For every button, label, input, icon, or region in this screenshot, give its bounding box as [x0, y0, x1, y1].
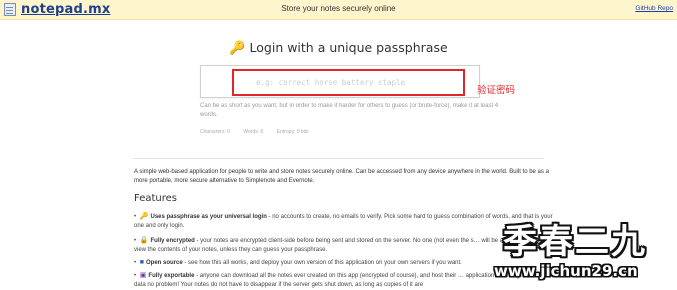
- feature-title: Fully encrypted: [150, 238, 195, 244]
- github-icon: ■: [139, 259, 145, 266]
- save-icon: ▣: [139, 272, 147, 279]
- feature-text: - anyone can download all the notes ever…: [134, 273, 542, 288]
- feature-text: - see how this all works, and deploy you…: [182, 260, 462, 266]
- key-icon: 🔑: [139, 213, 149, 220]
- passphrase-input[interactable]: [232, 69, 465, 96]
- top-bar: notepad.mx Store your notes securely onl…: [0, 0, 677, 20]
- intro-text: A simple web-based application for peopl…: [134, 169, 549, 184]
- passphrase-hint: Can be as short as you want, but in orde…: [200, 103, 499, 118]
- verify-password-annotation: 验证密码: [477, 85, 516, 96]
- key-icon: 🔑: [229, 41, 246, 56]
- words-count: Words: 0: [243, 129, 264, 135]
- feature-title: Open source: [146, 260, 183, 266]
- entropy-count: Entropy: 0 bits: [276, 129, 309, 135]
- feature-item: • ■ Open source - see how this all works,…: [134, 259, 462, 266]
- tagline: Store your notes securely online: [281, 4, 396, 13]
- characters-count: Characters: 0: [200, 129, 231, 135]
- feature-item: • 🔑 Uses passphrase as your universal log…: [134, 213, 553, 229]
- section-divider: [133, 158, 544, 159]
- feature-item: • ▣ Fully exportable - anyone can downloa…: [134, 272, 542, 288]
- watermark-title: 季春二九: [503, 222, 647, 262]
- features-heading: Features: [134, 193, 177, 204]
- feature-text: - your notes are encrypted client-side b…: [134, 238, 547, 253]
- login-title-text: Login with a unique passphrase: [249, 40, 448, 55]
- watermark-url: www.jichun29.cn: [494, 262, 638, 280]
- feature-title: Fully exportable: [148, 273, 195, 279]
- login-heading: 🔑 Login with a unique passphrase: [0, 40, 677, 56]
- lock-icon: 🔒: [139, 237, 149, 244]
- feature-title: Uses passphrase as your universal login: [150, 214, 267, 220]
- feature-item: • 🔒 Fully encrypted - your notes are encr…: [134, 237, 547, 253]
- github-repo-link[interactable]: GitHub Repo: [635, 5, 673, 12]
- passphrase-stats: Characters: 0 Words: 0 Entropy: 0 bits: [200, 129, 321, 135]
